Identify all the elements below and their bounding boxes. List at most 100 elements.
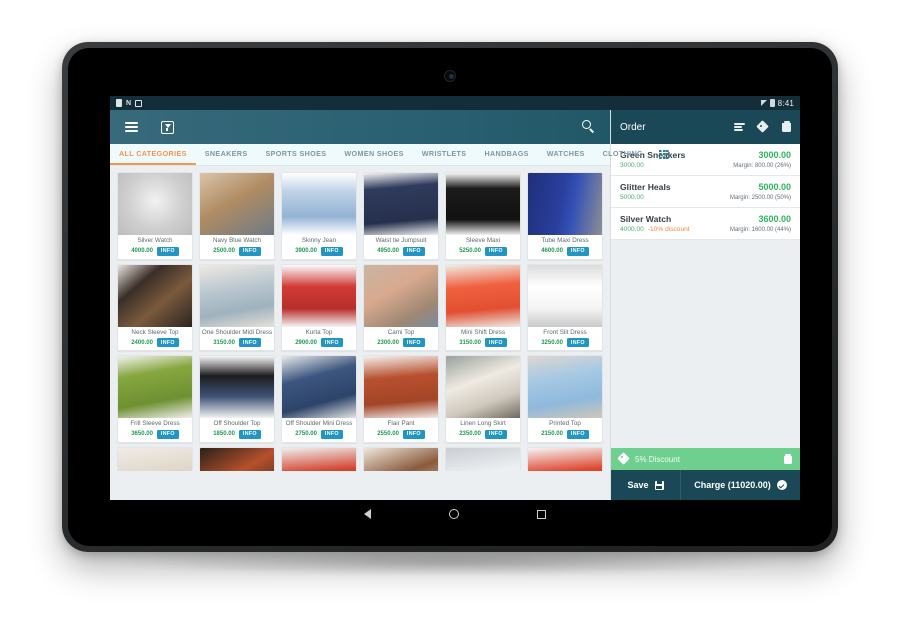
category-tab-sports-shoes[interactable]: SPORTS SHOES [256, 144, 335, 165]
category-tab-all-categories[interactable]: ALL CATEGORIES [110, 144, 196, 165]
product-price: 2400.00 [131, 339, 153, 346]
trash-icon[interactable] [784, 454, 792, 464]
category-label: SNEAKERS [204, 149, 248, 158]
product-card[interactable]: Cami Top 2300.00 INFO [363, 263, 439, 352]
product-card[interactable]: Waist tie Jumpsuit 4950.00 INFO [363, 172, 439, 260]
app-toolbar [110, 110, 610, 144]
product-card[interactable] [199, 446, 275, 471]
product-info-button[interactable]: INFO [566, 429, 589, 439]
product-image [118, 356, 192, 419]
product-price-row: 2750.00 INFO [282, 429, 356, 439]
product-info-button[interactable]: INFO [566, 246, 589, 256]
product-card[interactable]: Off Shoulder Mini Dress 2750.00 INFO [281, 355, 357, 443]
product-card[interactable] [445, 446, 521, 471]
inbox-button[interactable] [156, 116, 178, 138]
recents-icon[interactable] [537, 509, 546, 519]
order-item-margin: Margin: 1600.00 (44%) [729, 227, 791, 233]
product-card[interactable]: Sleeve Maxi 5250.00 INFO [445, 172, 521, 260]
product-image [282, 173, 356, 235]
product-name: Silver Watch [137, 237, 173, 244]
product-card[interactable]: Kurta Top 2900.00 INFO [281, 263, 357, 352]
lock-icon [116, 99, 122, 107]
product-meta: One Shoulder Midi Dress 3150.00 INFO [200, 327, 274, 351]
menu-button[interactable] [120, 116, 142, 138]
product-info-button[interactable]: INFO [320, 246, 343, 256]
product-meta: Skinny Jean 3900.00 INFO [282, 235, 356, 259]
order-header-actions [734, 120, 791, 134]
charge-button[interactable]: Charge (11020.00) [681, 470, 800, 500]
hamburger-icon [124, 120, 138, 134]
order-discount-bar[interactable]: 5% Discount [611, 448, 800, 470]
product-card[interactable]: Front Slit Dress 3250.00 INFO [527, 263, 603, 352]
product-card[interactable] [527, 446, 603, 471]
product-card[interactable]: Neck Sleeve Top 2400.00 INFO [117, 263, 193, 352]
status-clock: 8:41 [777, 98, 794, 108]
grid-view-toggle[interactable] [652, 144, 676, 165]
product-price: 5250.00 [459, 248, 481, 255]
product-price-row: 4950.00 INFO [364, 246, 438, 256]
home-icon[interactable] [449, 509, 459, 519]
product-info-button[interactable]: INFO [484, 338, 507, 348]
product-card[interactable]: Navy Blue Watch 2500.00 INFO [199, 172, 275, 260]
category-tab-bar[interactable]: ALL CATEGORIES SNEAKERS SPORTS SHOES WOM… [110, 144, 669, 166]
product-info-button[interactable]: INFO [156, 246, 179, 256]
product-card[interactable]: Flair Pant 2550.00 INFO [363, 355, 439, 443]
order-item[interactable]: Glitter Heals 5000.00 5000.00 Margin: 25… [611, 176, 800, 208]
product-grid[interactable]: Silver Watch 4000.00 INFO Navy Blue Watch 25… [110, 166, 610, 500]
tablet-screen: N 8:41 ALL CATEGORIES SNEAKERS SPORTS SH… [110, 96, 800, 500]
product-info-button[interactable]: INFO [484, 429, 507, 439]
device-shadow [120, 548, 780, 576]
product-card[interactable]: Frill Sleeve Dress 3650.00 INFO [117, 355, 193, 443]
back-icon[interactable] [364, 509, 371, 519]
product-price: 3650.00 [131, 431, 153, 438]
category-tab-sneakers[interactable]: SNEAKERS [196, 144, 257, 165]
product-info-button[interactable]: INFO [402, 429, 425, 439]
product-price-row: 3150.00 INFO [200, 338, 274, 348]
order-item-list[interactable]: Green Sneakers 3000.00 3000.00 Margin: 8… [611, 144, 800, 448]
category-tab-clothing[interactable]: CLOTHING [594, 144, 652, 165]
product-card[interactable]: One Shoulder Midi Dress 3150.00 INFO [199, 263, 275, 352]
wifi-icon [760, 100, 767, 106]
product-info-button[interactable]: INFO [402, 246, 425, 256]
save-button[interactable]: Save [611, 470, 681, 500]
product-card[interactable]: Linen Long Skirt 2350.00 INFO [445, 355, 521, 443]
product-price: 4950.00 [377, 248, 399, 255]
product-card[interactable]: Skinny Jean 3900.00 INFO [281, 172, 357, 260]
product-info-button[interactable]: INFO [566, 338, 589, 348]
product-card[interactable]: Mini Shift Dress 3150.00 INFO [445, 263, 521, 352]
product-info-button[interactable]: INFO [156, 338, 179, 348]
product-info-button[interactable]: INFO [320, 429, 343, 439]
category-tab-women-shoes[interactable]: WOMEN SHOES [335, 144, 412, 165]
product-meta: Sleeve Maxi 5250.00 INFO [446, 235, 520, 259]
trash-icon[interactable] [782, 121, 791, 133]
discount-label: 5% Discount [635, 454, 680, 464]
product-info-button[interactable]: INFO [238, 246, 261, 256]
product-meta: Off Shoulder Top 1850.00 INFO [200, 418, 274, 442]
product-card[interactable]: Printed Top 2150.00 INFO [527, 355, 603, 443]
category-tab-handbags[interactable]: HANDBAGS [475, 144, 537, 165]
product-card[interactable] [363, 446, 439, 471]
product-price-row: 1850.00 INFO [200, 429, 274, 439]
product-price-row: 4600.00 INFO [528, 246, 602, 256]
category-tab-watches[interactable]: WATCHES [538, 144, 594, 165]
product-info-button[interactable]: INFO [320, 338, 343, 348]
product-card[interactable]: Silver Watch 4000.00 INFO [117, 172, 193, 260]
category-tab-wristlets[interactable]: WRISTLETS [413, 144, 476, 165]
product-info-button[interactable]: INFO [402, 338, 425, 348]
product-meta: Cami Top 2300.00 INFO [364, 327, 438, 351]
order-item[interactable]: Silver Watch 3600.00 4000.00 -10% discou… [611, 208, 800, 240]
product-card[interactable] [281, 446, 357, 471]
list-lines-icon[interactable] [734, 121, 745, 132]
product-info-button[interactable]: INFO [156, 429, 179, 439]
product-card[interactable] [117, 446, 193, 471]
product-info-button[interactable]: INFO [238, 429, 261, 439]
tag-icon[interactable] [756, 120, 769, 134]
order-item-total: 5000.00 [758, 182, 791, 192]
search-button[interactable] [578, 116, 600, 138]
product-info-button[interactable]: INFO [484, 246, 507, 256]
product-name: Neck Sleeve Top [131, 328, 179, 336]
product-card[interactable]: Tube Maxi Dress 4600.00 INFO [527, 172, 603, 260]
save-label: Save [627, 480, 649, 490]
product-info-button[interactable]: INFO [238, 338, 261, 348]
product-card[interactable]: Off Shoulder Top 1850.00 INFO [199, 355, 275, 443]
